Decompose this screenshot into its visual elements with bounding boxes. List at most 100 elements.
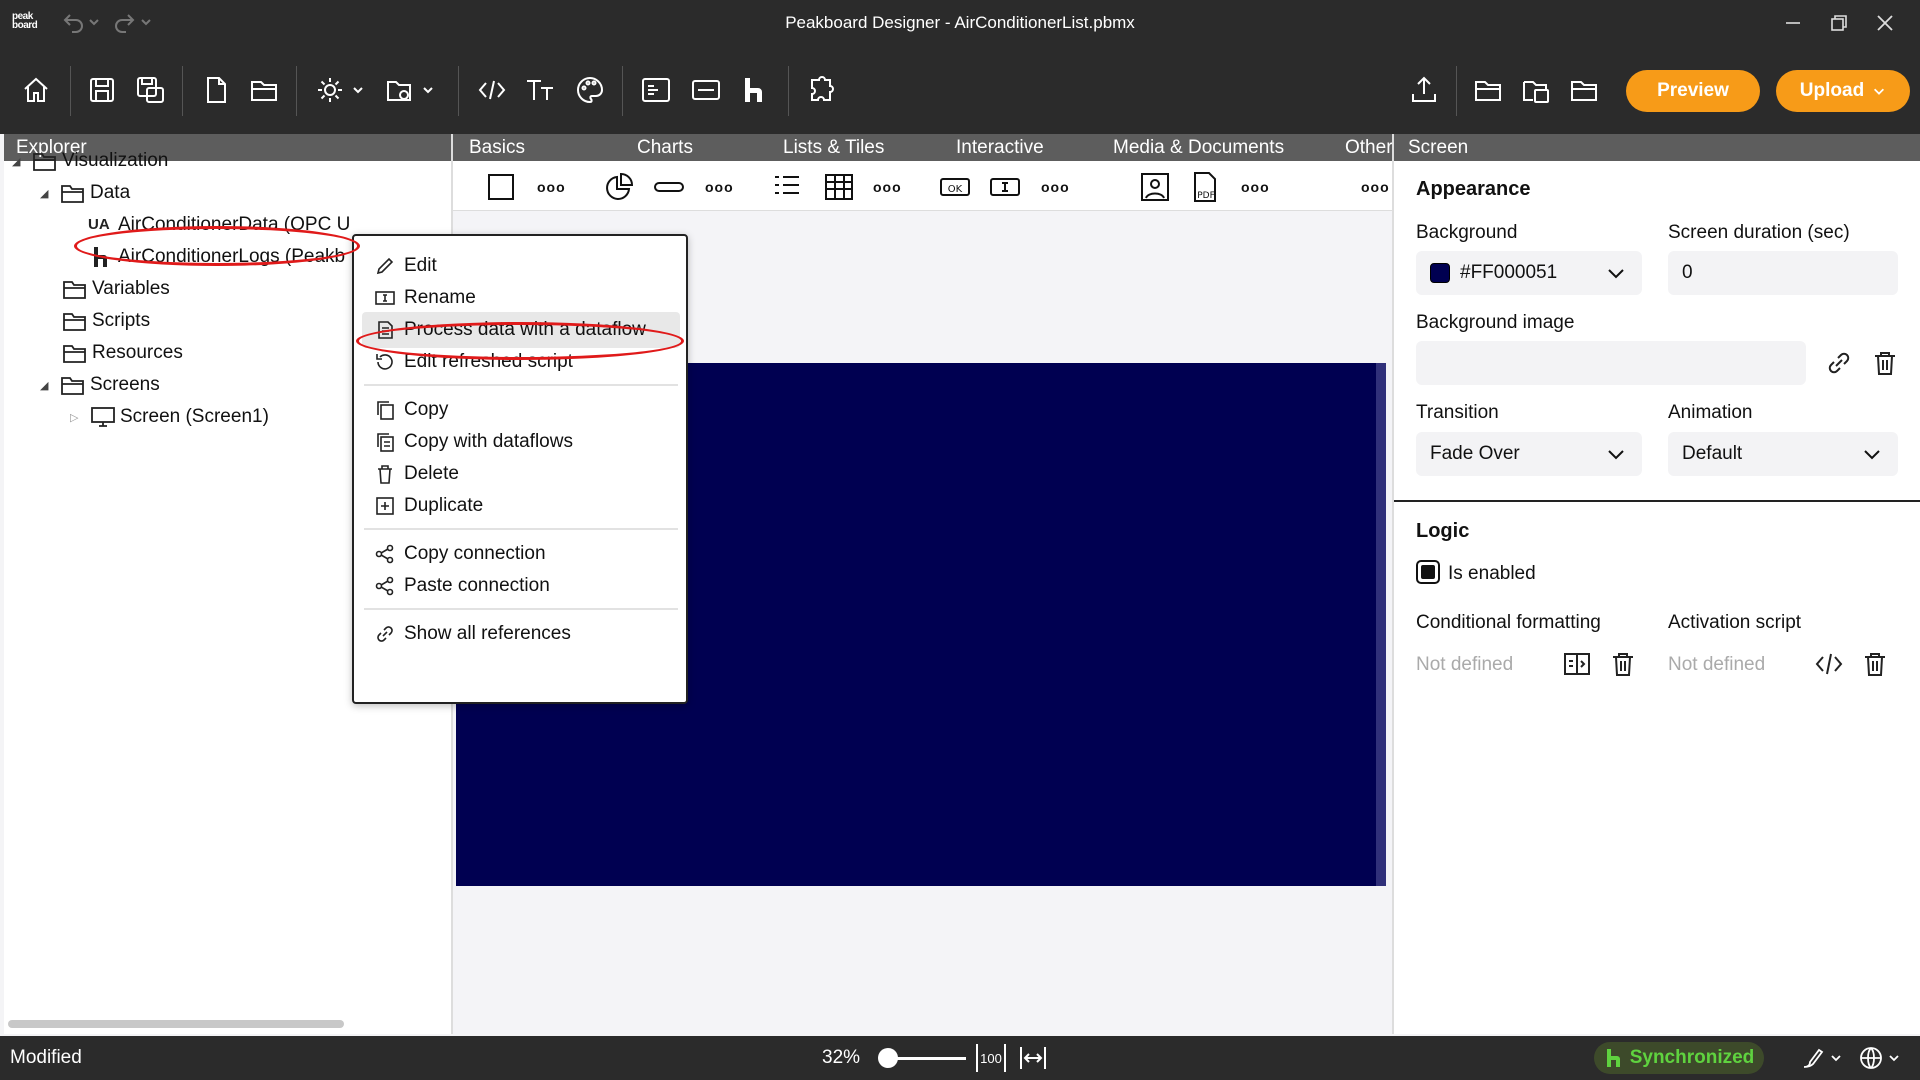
gear-icon bbox=[318, 78, 363, 102]
tree-item-scripts[interactable]: Scripts bbox=[62, 306, 150, 336]
collapsed-caret-icon[interactable]: ▷ bbox=[70, 411, 84, 424]
conditional-format-edit-icon[interactable] bbox=[1562, 649, 1592, 679]
restore-button[interactable] bbox=[1828, 12, 1850, 34]
conditional-formatting-label: Conditional formatting bbox=[1416, 612, 1601, 633]
menu-item-rename[interactable]: Rename bbox=[362, 280, 680, 316]
dataflow-icon bbox=[374, 319, 396, 341]
tree-item-screens[interactable]: ◢ Screens bbox=[40, 370, 160, 400]
new-file-button[interactable] bbox=[196, 70, 236, 110]
more-charts-icon[interactable]: ooo bbox=[705, 179, 737, 211]
hub-icon bbox=[745, 78, 762, 102]
more-interactive-icon[interactable]: ooo bbox=[1041, 179, 1073, 211]
tab-media-documents[interactable]: Media & Documents bbox=[1113, 137, 1284, 159]
more-media-icon[interactable]: ooo bbox=[1241, 179, 1273, 211]
hub-button[interactable] bbox=[734, 70, 774, 110]
gauge-control-icon[interactable] bbox=[653, 171, 685, 203]
open-remote-button[interactable] bbox=[1468, 70, 1508, 110]
more-lists-icon[interactable]: ooo bbox=[873, 179, 905, 211]
menu-item-copy-with-dataflows[interactable]: Copy with dataflows bbox=[362, 424, 680, 460]
globe-icon bbox=[1860, 1047, 1899, 1069]
menu-item-duplicate[interactable]: Duplicate bbox=[362, 488, 680, 524]
animation-select[interactable]: Default bbox=[1668, 432, 1898, 476]
menu-item-paste-connection[interactable]: Paste connection bbox=[362, 568, 680, 604]
hub-icon bbox=[88, 245, 114, 269]
tree-item-resources[interactable]: Resources bbox=[62, 338, 183, 368]
preview-button[interactable]: Preview bbox=[1626, 70, 1760, 112]
palette-button[interactable] bbox=[570, 70, 610, 110]
folder-settings-button[interactable] bbox=[382, 70, 440, 110]
screen-duration-input[interactable]: 0 bbox=[1668, 251, 1898, 295]
code-icon[interactable] bbox=[1814, 649, 1844, 679]
list-control-icon[interactable] bbox=[771, 171, 803, 203]
tree-item-visualization[interactable]: ◢ Visualization bbox=[12, 146, 168, 176]
save-as-button[interactable] bbox=[130, 70, 170, 110]
tree-item-variables[interactable]: Variables bbox=[62, 274, 170, 304]
trash-icon[interactable] bbox=[1608, 649, 1638, 679]
menu-item-process-dataflow[interactable]: Process data with a dataflow bbox=[362, 312, 680, 348]
upload-button[interactable]: Upload bbox=[1776, 70, 1910, 112]
menu-item-edit[interactable]: Edit bbox=[362, 248, 680, 284]
brush-icon bbox=[1803, 1048, 1841, 1068]
preview-label: Preview bbox=[1657, 80, 1729, 101]
expanded-caret-icon[interactable]: ◢ bbox=[40, 187, 54, 200]
link-icon[interactable] bbox=[1824, 348, 1854, 378]
zoom-100-button[interactable]: 100 bbox=[976, 1044, 1006, 1072]
theme-button[interactable] bbox=[1800, 1045, 1844, 1071]
image-control-icon[interactable] bbox=[1139, 171, 1171, 203]
rectangle-control-icon[interactable] bbox=[485, 171, 517, 203]
peakboard-edge-button[interactable] bbox=[686, 70, 726, 110]
expanded-caret-icon[interactable]: ◢ bbox=[12, 155, 26, 168]
tree-item-airconditionerlogs[interactable]: AirConditionerLogs (Peakb bbox=[88, 242, 345, 272]
tree-item-screen1[interactable]: ▷ Screen (Screen1) bbox=[70, 402, 269, 432]
menu-item-edit-refreshed-script[interactable]: Edit refreshed script bbox=[362, 344, 680, 380]
zoom-slider-thumb[interactable] bbox=[878, 1048, 898, 1068]
sync-status[interactable]: Synchronized bbox=[1594, 1042, 1764, 1074]
menu-item-copy-connection[interactable]: Copy connection bbox=[362, 536, 680, 572]
peakboard-box-button[interactable] bbox=[636, 70, 676, 110]
code-button[interactable] bbox=[472, 70, 512, 110]
table-control-icon[interactable] bbox=[823, 171, 855, 203]
open-folder-button[interactable] bbox=[244, 70, 284, 110]
home-button[interactable] bbox=[16, 70, 56, 110]
tab-other[interactable]: Other bbox=[1345, 137, 1392, 159]
background-color-picker[interactable]: #FF000051 bbox=[1416, 251, 1642, 295]
menu-item-show-references[interactable]: Show all references bbox=[362, 616, 680, 652]
export-button[interactable] bbox=[1404, 70, 1444, 110]
horizontal-scrollbar[interactable] bbox=[8, 1020, 344, 1028]
more-other-icon[interactable]: ooo bbox=[1361, 179, 1393, 211]
textbox-control-icon[interactable] bbox=[989, 171, 1021, 203]
tree-label: Screens bbox=[90, 374, 160, 395]
folder-save-button[interactable] bbox=[1516, 70, 1556, 110]
pie-chart-control-icon[interactable] bbox=[603, 171, 635, 203]
background-image-input[interactable] bbox=[1416, 341, 1806, 385]
tab-interactive[interactable]: Interactive bbox=[956, 137, 1044, 159]
tab-charts[interactable]: Charts bbox=[637, 137, 693, 159]
save-button[interactable] bbox=[82, 70, 122, 110]
folder-button[interactable] bbox=[1564, 70, 1604, 110]
menu-item-delete[interactable]: Delete bbox=[362, 456, 680, 492]
trash-icon[interactable] bbox=[1870, 348, 1900, 378]
menu-item-copy[interactable]: Copy bbox=[362, 392, 680, 428]
button-control-icon[interactable]: OK bbox=[939, 171, 971, 203]
fonts-button[interactable] bbox=[520, 70, 560, 110]
tree-item-airconditionerdata[interactable]: UA AirConditionerData (OPC U bbox=[88, 210, 350, 240]
home-icon bbox=[24, 77, 48, 102]
tree-item-data[interactable]: ◢ Data bbox=[40, 178, 130, 208]
language-button[interactable] bbox=[1858, 1045, 1904, 1071]
fit-width-button[interactable] bbox=[1018, 1044, 1048, 1072]
expanded-caret-icon[interactable]: ◢ bbox=[40, 379, 54, 392]
minimize-button[interactable] bbox=[1782, 12, 1804, 34]
pencil-icon bbox=[374, 255, 396, 277]
transition-select[interactable]: Fade Over bbox=[1416, 432, 1642, 476]
extensions-button[interactable] bbox=[800, 70, 840, 110]
properties-header: Screen bbox=[1394, 134, 1920, 161]
more-basics-icon[interactable]: ooo bbox=[537, 179, 569, 211]
tab-lists-tiles[interactable]: Lists & Tiles bbox=[783, 137, 884, 159]
tab-basics[interactable]: Basics bbox=[469, 137, 525, 159]
settings-button[interactable] bbox=[312, 70, 370, 110]
close-button[interactable] bbox=[1874, 12, 1896, 34]
trash-icon[interactable] bbox=[1860, 649, 1890, 679]
pdf-control-icon[interactable]: PDF bbox=[1189, 171, 1221, 203]
is-enabled-checkbox[interactable] bbox=[1416, 560, 1440, 584]
folder-icon bbox=[32, 149, 58, 173]
